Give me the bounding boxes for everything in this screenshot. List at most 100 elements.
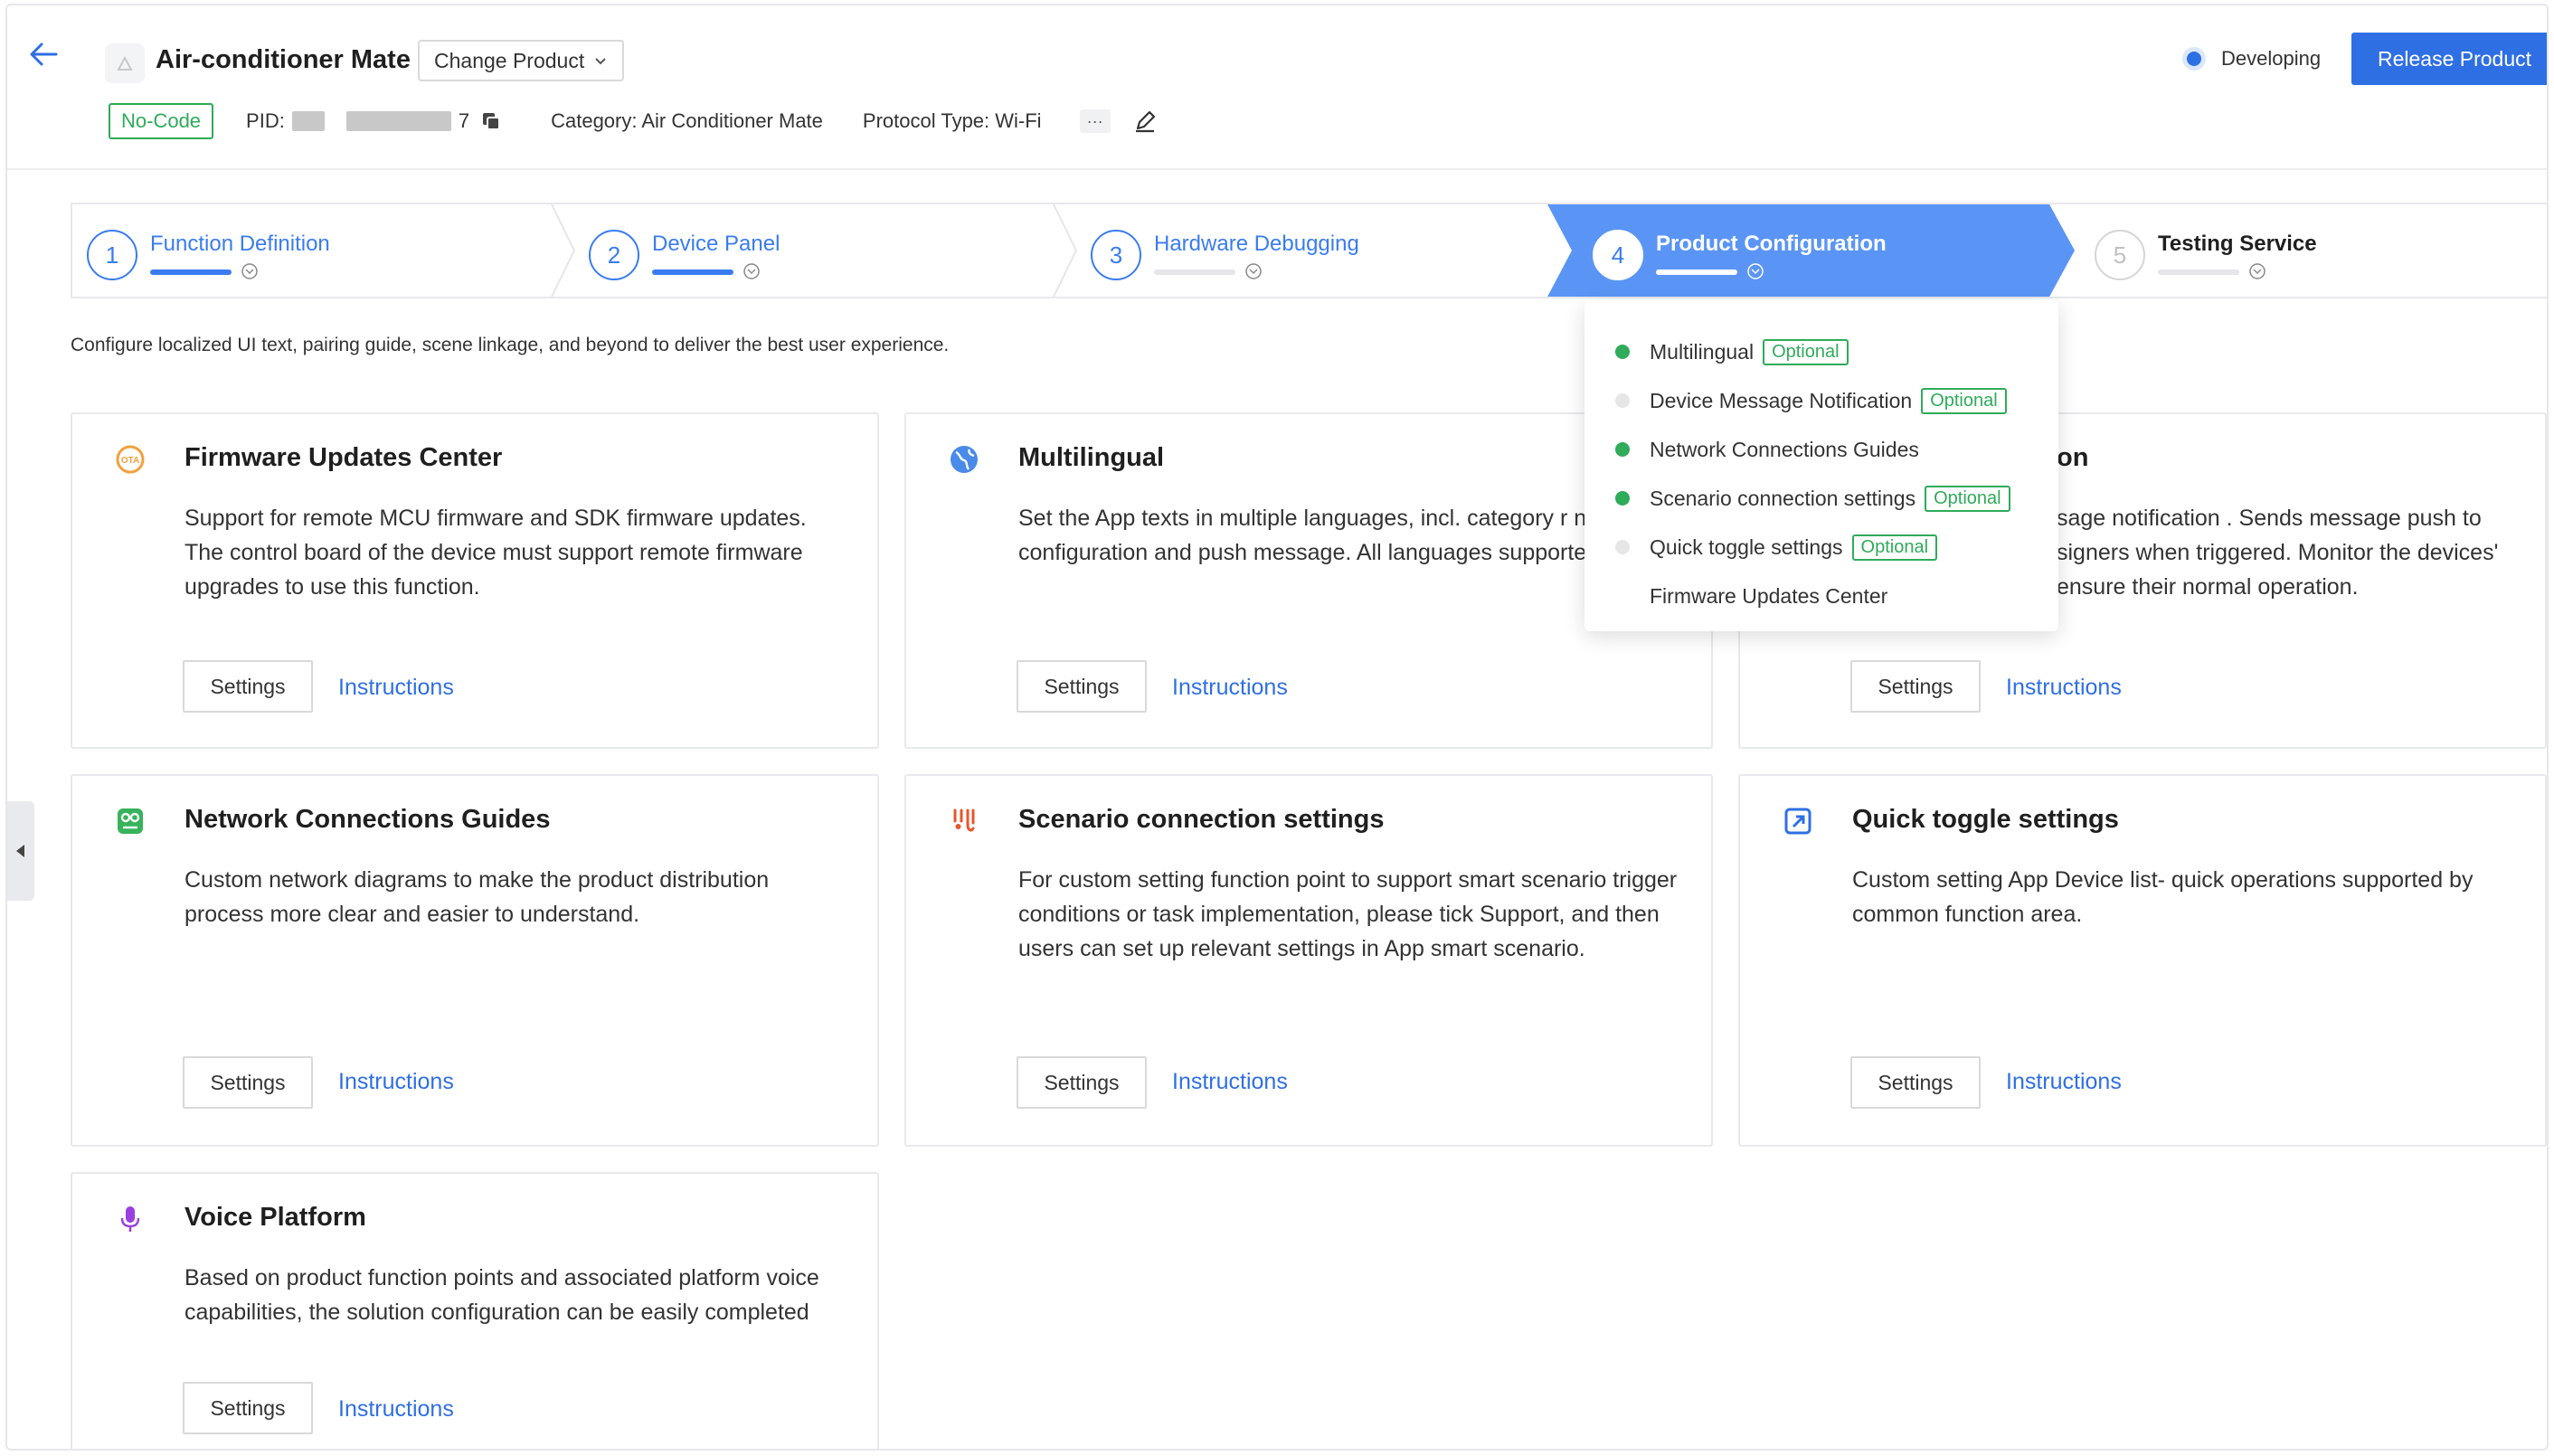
edit-pencil-icon[interactable]	[1132, 109, 1158, 134]
chevron-down-icon	[595, 58, 606, 65]
more-options-button[interactable]: ···	[1079, 109, 1111, 133]
pid-redacted	[345, 111, 451, 131]
category-label: Category: Air Conditioner Mate	[551, 109, 823, 132]
step-number: 1	[87, 230, 137, 280]
protocol-label: Protocol Type: Wi-Fi	[862, 109, 1042, 132]
card-description: sage notification . Sends message push t…	[2057, 506, 2499, 600]
settings-button[interactable]: Settings	[1850, 660, 1981, 713]
card-description: Custom network diagrams to make the prod…	[184, 867, 770, 927]
copy-icon[interactable]	[480, 110, 502, 132]
settings-button[interactable]: Settings	[1017, 660, 1147, 713]
card-scenario-connection-settings: Scenario connection settings For custom …	[904, 774, 1713, 1147]
step-number: 2	[589, 230, 639, 280]
status-dot-icon	[1615, 589, 1630, 603]
dropdown-item-label: Network Connections Guides	[1650, 437, 1919, 461]
page-subtitle: Configure localized UI text, pairing gui…	[71, 335, 950, 355]
dev-status: Developing	[2187, 47, 2321, 71]
step-title: Product Configuration	[1656, 232, 1887, 256]
instructions-link[interactable]: Instructions	[338, 1069, 454, 1095]
sidebar-collapse-toggle[interactable]	[7, 801, 34, 901]
step-function-definition[interactable]: 1 Function Definition	[72, 204, 561, 297]
card-firmware-updates: OTA Firmware Updates Center Support for …	[71, 412, 879, 749]
status-dot-icon	[1615, 345, 1630, 359]
back-arrow-icon[interactable]	[25, 36, 61, 72]
card-title: Multilingual	[1018, 443, 1165, 472]
card-network-connections-guides: Network Connections Guides Custom networ…	[71, 774, 879, 1147]
step-number: 5	[2095, 230, 2145, 280]
product-name: Air-conditioner Mate	[156, 45, 411, 74]
change-product-label: Change Product	[434, 48, 585, 72]
instructions-link[interactable]: Instructions	[1172, 675, 1288, 701]
pid-redacted	[291, 111, 325, 131]
settings-button[interactable]: Settings	[1017, 1056, 1147, 1109]
card-quick-toggle-settings: Quick toggle settings Custom setting App…	[1738, 774, 2547, 1147]
step-title: Function Definition	[150, 232, 330, 256]
status-label: Developing	[2221, 47, 2322, 70]
step-number: 4	[1593, 230, 1643, 280]
change-product-button[interactable]: Change Product	[418, 40, 625, 81]
settings-button[interactable]: Settings	[183, 1056, 313, 1109]
card-title: Network Connections Guides	[184, 805, 551, 834]
step-title: Device Panel	[652, 232, 780, 256]
product-meta: No-Code PID: 7 Category: Air Conditioner…	[109, 101, 1158, 141]
step-progress-bar	[652, 269, 733, 275]
dropdown-item-scenario-connection-settings[interactable]: Scenario connection settings Optional	[1584, 474, 2058, 523]
progress-steps: 1 Function Definition 2 Device Panel 3 H…	[71, 203, 2547, 298]
step-progress-bar	[1656, 269, 1737, 275]
settings-button[interactable]: Settings	[183, 1382, 313, 1434]
dropdown-item-label: Quick toggle settings	[1650, 534, 1843, 559]
scenario-icon	[953, 808, 975, 832]
dropdown-item-label: Firmware Updates Center	[1650, 583, 1888, 608]
pid-tail: 7	[458, 109, 470, 132]
dropdown-item-label: Device Message Notification	[1650, 388, 1913, 412]
step-progress-bar	[150, 269, 232, 275]
card-description: For custom setting function point to sup…	[1018, 867, 1678, 961]
header-divider	[7, 168, 2547, 170]
instructions-link[interactable]: Instructions	[1172, 1069, 1288, 1095]
instructions-link[interactable]: Instructions	[2006, 675, 2122, 701]
card-title: Scenario connection settings	[1018, 805, 1385, 834]
globe-icon	[951, 446, 978, 473]
step-product-configuration[interactable]: 4 Product Configuration	[1578, 204, 2067, 297]
product-thumbnail-icon	[105, 43, 145, 83]
card-description: Set the App texts in multiple languages,…	[1018, 506, 1653, 565]
card-description: Based on product function points and ass…	[184, 1265, 819, 1325]
app-window: Air-conditioner Mate Change Product Deve…	[5, 4, 2549, 1451]
no-code-badge: No-Code	[109, 103, 214, 139]
chevron-down-icon	[743, 263, 760, 279]
network-guide-icon	[118, 808, 143, 834]
microphone-icon	[120, 1206, 140, 1232]
instructions-link[interactable]: Instructions	[338, 675, 454, 701]
step-testing-service[interactable]: 5 Testing Service	[2080, 204, 2547, 297]
dropdown-item-quick-toggle-settings[interactable]: Quick toggle settings Optional	[1584, 523, 2058, 572]
card-title: Quick toggle settings	[1852, 805, 2119, 834]
chevron-down-icon	[1747, 263, 1764, 279]
dropdown-item-multilingual[interactable]: Multilingual Optional	[1584, 327, 2058, 376]
product-config-dropdown: Multilingual Optional Device Message Not…	[1584, 300, 2058, 631]
card-title: Firmware Updates Center	[184, 443, 503, 472]
card-description: Custom setting App Device list- quick op…	[1852, 867, 2474, 927]
step-title: Testing Service	[2158, 232, 2317, 256]
quick-toggle-icon	[1784, 808, 1811, 835]
status-dot-icon	[1615, 442, 1630, 457]
dropdown-item-network-connections-guides[interactable]: Network Connections Guides	[1584, 425, 2058, 474]
optional-badge: Optional	[1851, 534, 1938, 561]
step-progress-bar	[2158, 269, 2239, 275]
dropdown-item-label: Multilingual	[1650, 339, 1755, 364]
instructions-link[interactable]: Instructions	[338, 1396, 454, 1423]
chevron-down-icon	[241, 263, 258, 279]
step-progress-bar	[1154, 269, 1235, 275]
release-product-button[interactable]: Release Product	[2351, 33, 2547, 85]
dropdown-item-device-message-notification[interactable]: Device Message Notification Optional	[1584, 376, 2058, 425]
instructions-link[interactable]: Instructions	[2006, 1069, 2122, 1095]
step-hardware-debugging[interactable]: 3 Hardware Debugging	[1076, 204, 1565, 297]
caret-left-icon	[16, 845, 24, 857]
card-description: Support for remote MCU firmware and SDK …	[184, 506, 807, 600]
step-device-panel[interactable]: 2 Device Panel	[574, 204, 1063, 297]
settings-button[interactable]: Settings	[183, 660, 313, 713]
card-voice-platform: Voice Platform Based on product function…	[71, 1172, 879, 1449]
ota-icon: OTA	[116, 445, 145, 474]
settings-button[interactable]: Settings	[1850, 1056, 1981, 1109]
dropdown-item-firmware-updates-center[interactable]: Firmware Updates Center	[1584, 572, 2058, 620]
card-title: on	[2057, 443, 2089, 472]
